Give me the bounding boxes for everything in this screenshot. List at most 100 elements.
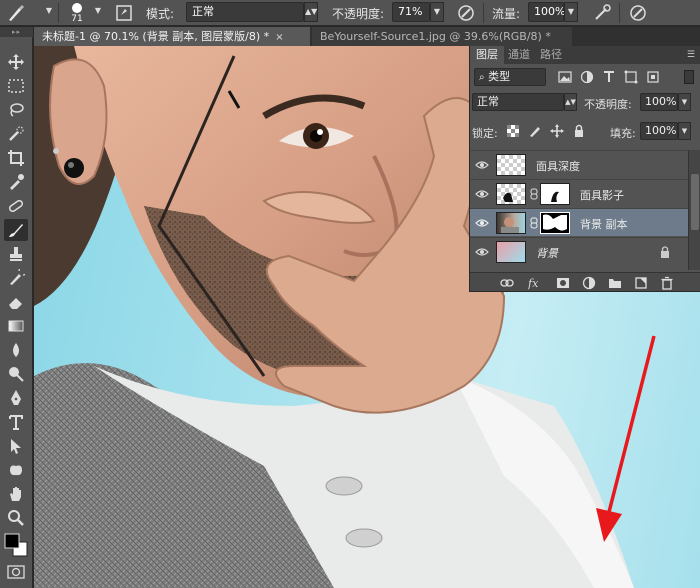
layer-row-background-copy[interactable]: 背景 副本: [470, 208, 688, 236]
airbrush-icon[interactable]: [592, 3, 612, 23]
filter-smart-object-icon[interactable]: [646, 70, 660, 84]
dodge-tool[interactable]: [4, 363, 28, 385]
brush-picker-chevron-down-icon[interactable]: ▼: [91, 2, 105, 22]
crop-tool[interactable]: [4, 147, 28, 169]
hand-tool[interactable]: [4, 483, 28, 505]
eyedropper-icon: [10, 174, 24, 190]
layer-row-mask-shadow[interactable]: 面具影子: [470, 179, 688, 207]
quick-select-icon: [9, 126, 24, 141]
toolbar-grip-icon[interactable]: ▸▸: [0, 27, 33, 37]
layer-mask-thumbnail[interactable]: [540, 183, 570, 205]
close-icon[interactable]: ×: [275, 28, 283, 46]
mode-chevron-down-icon[interactable]: ▲▼: [304, 2, 318, 22]
lasso-tool[interactable]: [4, 99, 28, 121]
eye-icon[interactable]: [475, 217, 489, 229]
filter-toggle-switch[interactable]: [684, 70, 694, 84]
brush-size-preview[interactable]: 71: [64, 1, 90, 25]
mask-link-icon[interactable]: [530, 188, 538, 200]
brush-tool[interactable]: [4, 219, 28, 241]
brush-tool-preset-icon[interactable]: [6, 3, 26, 23]
clone-stamp-tool[interactable]: [4, 243, 28, 265]
zoom-tool[interactable]: [4, 507, 28, 529]
brush-tip-icon: [72, 3, 82, 13]
fill-field[interactable]: 100%: [640, 122, 678, 140]
tab-channels[interactable]: 通道: [502, 46, 536, 64]
filter-type-icon[interactable]: [602, 70, 616, 84]
eye-icon[interactable]: [475, 246, 489, 258]
options-bar: ▼ 71 ▼ 模式: 正常 ▲▼ 不透明度: 71% ▼ 流量: 100% ▼: [0, 0, 700, 26]
blend-mode-chevron-down-icon[interactable]: ▲▼: [564, 93, 577, 111]
filter-shape-icon[interactable]: [624, 70, 638, 84]
tab-paths[interactable]: 路径: [534, 46, 568, 64]
filter-kind-value: 类型: [488, 70, 511, 83]
layer-mask-thumbnail[interactable]: [540, 212, 570, 234]
mode-select[interactable]: 正常: [186, 2, 304, 22]
path-selection-tool[interactable]: [4, 435, 28, 457]
layer-name[interactable]: 背景: [536, 245, 558, 261]
filter-pixel-icon[interactable]: [558, 70, 572, 84]
layer-opacity-label: 不透明度:: [584, 98, 632, 111]
blend-opacity-row: 正常 ▲▼ 不透明度: 100% ▼: [470, 90, 700, 114]
brush-opacity-field[interactable]: 71%: [392, 2, 430, 22]
eraser-tool[interactable]: [4, 291, 28, 313]
group-icon[interactable]: [608, 276, 622, 290]
tab-layers[interactable]: 图层: [470, 46, 504, 64]
pen-tool[interactable]: [4, 387, 28, 409]
layer-row-mask-depth[interactable]: 面具深度: [470, 150, 688, 178]
panel-menu-icon[interactable]: ☰: [687, 50, 695, 60]
flow-chevron-down-icon[interactable]: ▼: [564, 2, 578, 22]
layer-thumbnail: [496, 241, 526, 263]
flow-field[interactable]: 100%: [528, 2, 565, 22]
document-tab-inactive[interactable]: BeYourself-Source1.jpg @ 39.6%(RGB/8) *: [312, 27, 572, 46]
healing-brush-tool[interactable]: [4, 195, 28, 217]
fx-icon[interactable]: fx: [528, 276, 542, 290]
eye-icon[interactable]: [475, 188, 489, 200]
foreground-color-swatch: [4, 533, 20, 549]
add-mask-icon[interactable]: [556, 276, 570, 290]
layer-thumbnail: [496, 183, 526, 205]
layer-thumbnail: [496, 154, 526, 176]
blur-tool[interactable]: [4, 339, 28, 361]
blend-mode-select[interactable]: 正常: [472, 93, 564, 111]
opacity-chevron-down-icon[interactable]: ▼: [430, 2, 444, 22]
lock-image-pixels-icon[interactable]: [528, 124, 542, 138]
mask-link-icon[interactable]: [530, 217, 538, 229]
layer-opacity-chevron-down-icon[interactable]: ▼: [678, 93, 691, 111]
link-icon[interactable]: [500, 276, 514, 290]
filter-adjustment-icon[interactable]: [580, 70, 594, 84]
eyedropper-tool[interactable]: [4, 171, 28, 193]
layer-name[interactable]: 面具影子: [580, 187, 624, 203]
marquee-tool[interactable]: [4, 75, 28, 97]
eye-icon[interactable]: [475, 159, 489, 171]
pressure-size-icon[interactable]: [628, 3, 648, 23]
pressure-opacity-icon[interactable]: [456, 3, 476, 23]
document-tab-active[interactable]: 未标题-1 @ 70.1% (背景 副本, 图层蒙版/8) * ×: [34, 27, 310, 46]
layer-name[interactable]: 面具深度: [536, 158, 580, 174]
history-brush-tool[interactable]: [4, 267, 28, 289]
lock-transparent-pixels-icon[interactable]: [506, 124, 520, 138]
fill-chevron-down-icon[interactable]: ▼: [678, 122, 691, 140]
adjustment-icon[interactable]: [582, 276, 596, 290]
quick-select-tool[interactable]: [4, 123, 28, 145]
brush-panel-toggle-icon[interactable]: [114, 3, 134, 23]
trash-icon[interactable]: [660, 276, 674, 290]
layer-opacity-field[interactable]: 100%: [640, 93, 678, 111]
lock-position-icon[interactable]: [550, 124, 564, 138]
flow-label: 流量:: [492, 7, 521, 21]
layer-list-scrollbar[interactable]: [688, 150, 700, 270]
tool-preset-chevron-down-icon[interactable]: ▼: [42, 2, 56, 22]
new-layer-icon[interactable]: [634, 276, 648, 290]
type-tool[interactable]: [4, 411, 28, 433]
move-tool[interactable]: [4, 51, 28, 73]
quick-mask-button[interactable]: [7, 565, 25, 579]
gradient-tool[interactable]: [4, 315, 28, 337]
scrollbar-thumb[interactable]: [691, 174, 699, 230]
layer-filter-kind-select[interactable]: ⌕ 类型: [474, 68, 546, 86]
lock-all-icon[interactable]: [572, 124, 586, 138]
layer-name[interactable]: 背景 副本: [580, 216, 628, 232]
custom-shape-tool[interactable]: [4, 459, 28, 481]
color-swatches[interactable]: [3, 532, 29, 558]
tools-panel: ▸▸: [0, 27, 33, 588]
blur-icon: [13, 343, 19, 357]
layer-row-background[interactable]: 背景: [470, 237, 688, 265]
